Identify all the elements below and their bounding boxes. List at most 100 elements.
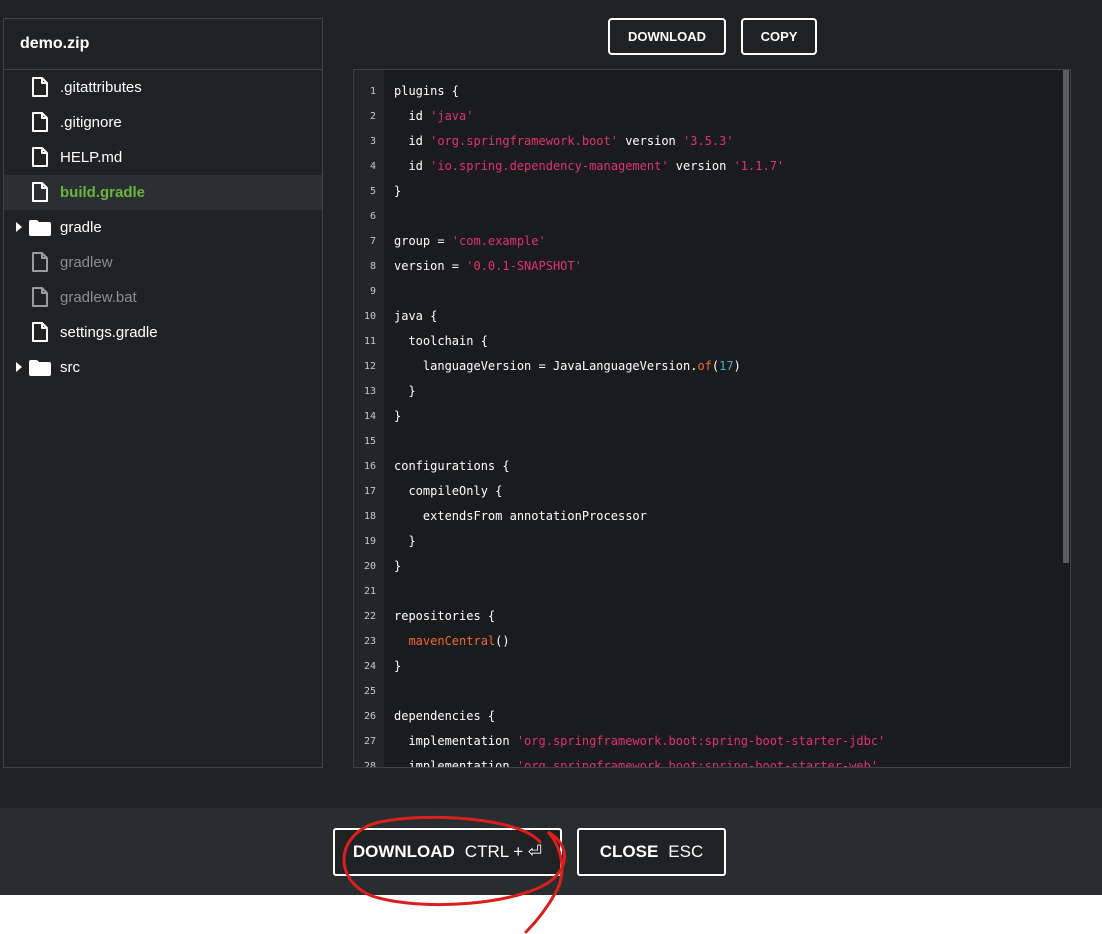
tree-item-label: src — [60, 359, 80, 376]
line-number: 13 — [363, 386, 376, 397]
code-line: 15 — [354, 429, 1062, 454]
code-token: ) — [733, 359, 741, 373]
code-text: languageVersion = JavaLanguageVersion.of… — [394, 354, 741, 379]
line-number: 26 — [363, 711, 376, 722]
tree-item-gitattributes[interactable]: .gitattributes — [4, 70, 322, 105]
code-token: } — [394, 534, 416, 548]
file-icon — [32, 322, 48, 342]
line-number: 27 — [363, 736, 376, 747]
code-line: 22 repositories { — [354, 604, 1062, 629]
tree-item-gitignore[interactable]: .gitignore — [4, 105, 322, 140]
code-text: toolchain { — [394, 329, 487, 354]
code-token: } — [394, 384, 416, 398]
tree-item-help-md[interactable]: HELP.md — [4, 140, 322, 175]
code-text: } — [394, 379, 416, 404]
code-text: id 'java' — [394, 104, 473, 129]
code-token: repositories { — [394, 609, 496, 623]
code-token: 'org.springframework.boot:spring-boot-st… — [516, 759, 879, 768]
code-line: 5} — [354, 179, 1062, 204]
code-scrollbar[interactable] — [1063, 70, 1069, 563]
code-line: 16 configurations { — [354, 454, 1062, 479]
copy-button[interactable]: COPY — [741, 18, 817, 55]
code-token: plugins { — [394, 84, 460, 98]
sidebar-title: demo.zip — [4, 19, 322, 70]
tree-item-gradlew[interactable]: gradlew — [4, 245, 322, 280]
code-token: 'org.springframework.boot' — [430, 134, 618, 148]
code-text: java { — [394, 304, 437, 329]
code-line: 17 compileOnly { — [354, 479, 1062, 504]
close-button[interactable]: CLOSE ESC — [577, 828, 726, 876]
close-shortcut-hint: ESC — [668, 842, 704, 861]
line-number: 15 — [363, 436, 376, 447]
code-token: 'org.springframework.boot:spring-boot-st… — [516, 734, 886, 748]
tree-item-gradle-folder[interactable]: gradle — [4, 210, 322, 245]
tree-item-gradlew-bat[interactable]: gradlew.bat — [4, 280, 322, 315]
code-token: compileOnly { — [394, 484, 503, 498]
tree-item-src-folder[interactable]: src — [4, 350, 322, 385]
line-number: 16 — [363, 461, 376, 472]
line-number: 9 — [369, 286, 376, 297]
tree-item-label: settings.gradle — [60, 324, 158, 341]
code-token: implementation — [394, 759, 517, 768]
tree-item-build-gradle[interactable]: build.gradle — [4, 175, 322, 210]
close-button-label: CLOSE — [599, 842, 659, 861]
code-token: mavenCentral — [408, 634, 496, 648]
line-number: 3 — [369, 136, 376, 147]
file-icon — [32, 77, 48, 97]
file-icon — [32, 182, 48, 202]
code-text: id 'io.spring.dependency-management' ver… — [394, 154, 784, 179]
line-number: 19 — [363, 536, 376, 547]
code-token: languageVersion = JavaLanguageVersion. — [394, 359, 698, 373]
download-button-label: DOWNLOAD — [352, 842, 455, 861]
tree-item-settings-gradle[interactable]: settings.gradle — [4, 315, 322, 350]
download-project-button[interactable]: DOWNLOAD CTRL + ⏎ — [333, 828, 562, 876]
code-token: extendsFrom annotationProcessor — [394, 509, 647, 523]
code-text: id 'org.springframework.boot' version '3… — [394, 129, 734, 154]
line-number: 25 — [363, 686, 376, 697]
code-line: 13 } — [354, 379, 1062, 404]
folder-icon — [29, 360, 51, 376]
line-number: 1 — [369, 86, 376, 97]
line-number: 12 — [363, 361, 376, 372]
code-token: of — [697, 359, 712, 373]
code-viewer: 1 plugins { 2 id 'java' 3 id 'org.springfra… — [353, 69, 1071, 768]
code-token: dependencies { — [394, 709, 496, 723]
line-number: 6 — [369, 211, 376, 222]
folder-icon — [29, 220, 51, 236]
download-button[interactable]: DOWNLOAD — [608, 18, 726, 55]
caret-right-icon[interactable] — [16, 362, 22, 372]
line-number: 18 — [363, 511, 376, 522]
code-line: 20} — [354, 554, 1062, 579]
code-token: version — [617, 134, 683, 148]
code-line: 2 id 'java' — [354, 104, 1062, 129]
code-token: id — [394, 109, 431, 123]
tree-item-label: gradlew.bat — [60, 289, 137, 306]
tree-item-label: gradle — [60, 219, 102, 236]
file-icon — [32, 287, 48, 307]
code-token: java { — [394, 309, 438, 323]
line-number: 2 — [369, 111, 376, 122]
line-number: 20 — [363, 561, 376, 572]
code-text: mavenCentral() — [394, 629, 509, 654]
code-token: '3.5.3' — [683, 134, 734, 148]
code-token: id — [394, 134, 431, 148]
code-text: extendsFrom annotationProcessor — [394, 504, 647, 529]
line-number: 8 — [369, 261, 376, 272]
code-line: 26 dependencies { — [354, 704, 1062, 729]
tree-item-label: .gitignore — [60, 114, 122, 131]
code-token: '1.1.7' — [733, 159, 785, 173]
file-icon — [32, 252, 48, 272]
caret-right-icon[interactable] — [16, 222, 22, 232]
line-number: 14 — [363, 411, 376, 422]
code-line: 19 } — [354, 529, 1062, 554]
code-token: } — [394, 659, 402, 673]
code-line: 9 — [354, 279, 1062, 304]
code-line: 25 — [354, 679, 1062, 704]
line-number: 4 — [369, 161, 376, 172]
line-number: 7 — [369, 236, 376, 247]
code-token: implementation — [394, 734, 517, 748]
line-number: 22 — [363, 611, 376, 622]
line-number: 21 — [363, 586, 376, 597]
code-text: group = 'com.example' — [394, 229, 546, 254]
